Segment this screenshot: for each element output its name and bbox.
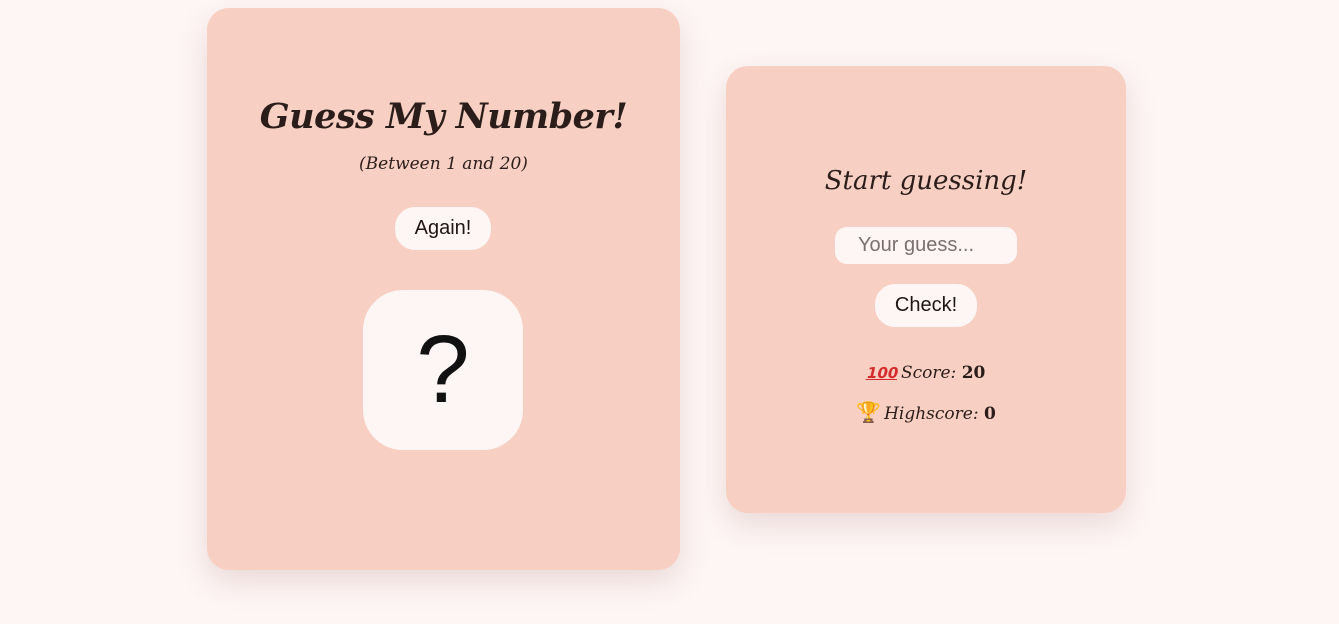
app: Guess My Number! (Between 1 and 20) Agai…: [0, 0, 1339, 624]
highscore-label: Highscore:: [884, 404, 979, 424]
again-button[interactable]: Again!: [395, 207, 491, 250]
score-value: 20: [961, 363, 986, 383]
score-row: 100Score: 20: [726, 363, 1126, 383]
guess-panel: Start guessing! Check! 100Score: 20 🏆Hig…: [726, 66, 1126, 513]
trophy-icon: 🏆: [856, 400, 882, 424]
hundred-points-icon: 100: [864, 364, 900, 382]
highscore-value: 0: [983, 404, 996, 424]
guess-input[interactable]: [835, 227, 1017, 264]
status-message: Start guessing!: [824, 166, 1028, 196]
game-card: Guess My Number! (Between 1 and 20) Agai…: [207, 8, 680, 570]
check-button[interactable]: Check!: [875, 284, 977, 327]
score-label: Score:: [900, 363, 957, 383]
highscore-row: 🏆 Highscore: 0: [726, 400, 1126, 424]
range-hint: (Between 1 and 20): [359, 154, 528, 174]
secret-number-box: ?: [363, 290, 523, 450]
page-title: Guess My Number!: [259, 96, 628, 137]
